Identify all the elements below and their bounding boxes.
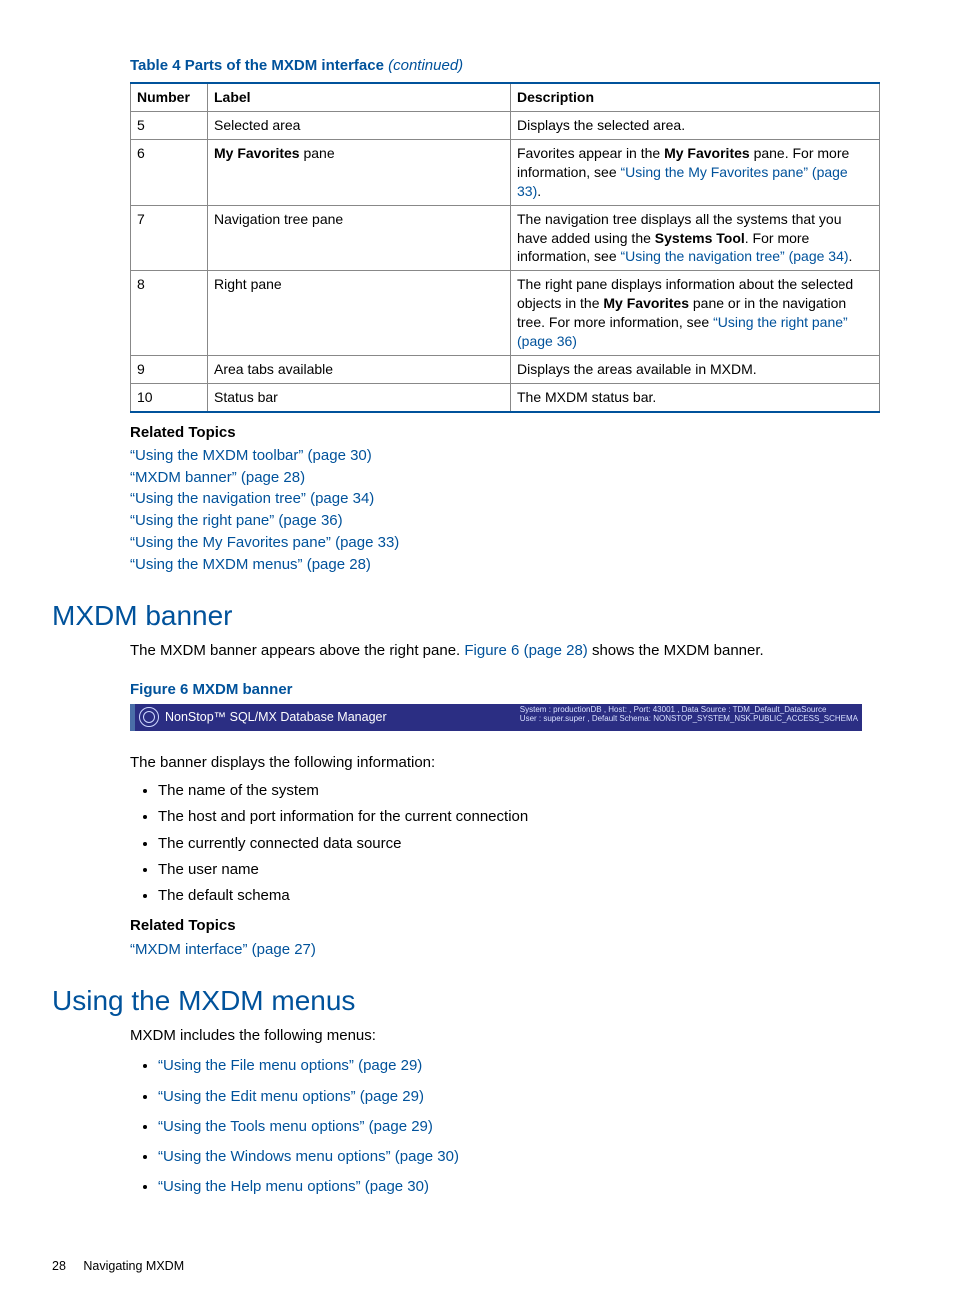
xref-link[interactable]: “MXDM banner” (page 28) — [130, 467, 876, 489]
table-caption: Table 4 Parts of the MXDM interface (con… — [130, 56, 876, 76]
list-item: The currently connected data source — [158, 834, 876, 854]
banner-intro: The MXDM banner appears above the right … — [130, 641, 876, 661]
cell-description: The MXDM status bar. — [511, 383, 880, 411]
cell-number: 5 — [131, 112, 208, 140]
text: shows the MXDM banner. — [588, 642, 764, 659]
xref-link[interactable]: “Using the MXDM menus” (page 28) — [130, 554, 876, 576]
col-number: Number — [131, 83, 208, 111]
table-row: 5Selected areaDisplays the selected area… — [131, 112, 880, 140]
cell-label: Selected area — [208, 112, 511, 140]
cell-label: My Favorites pane — [208, 140, 511, 206]
xref-link[interactable]: “Using the Edit menu options” (page 29) — [158, 1088, 424, 1105]
xref-link[interactable]: “Using the navigation tree” (page 34) — [621, 248, 849, 264]
xref-link[interactable]: “Using the My Favorites pane” (page 33) — [517, 164, 848, 199]
table-row: 8Right paneThe right pane displays infor… — [131, 271, 880, 356]
xref-link[interactable]: “Using the Help menu options” (page 30) — [158, 1178, 429, 1195]
xref-link[interactable]: “Using the Tools menu options” (page 29) — [158, 1118, 433, 1135]
cell-label: Navigation tree pane — [208, 205, 511, 271]
table-header-row: Number Label Description — [131, 83, 880, 111]
cell-description: Displays the selected area. — [511, 112, 880, 140]
related-topics-list: “MXDM interface” (page 27) — [130, 939, 876, 961]
menus-list: “Using the File menu options” (page 29) “… — [130, 1056, 876, 1197]
list-item: “Using the Windows menu options” (page 3… — [158, 1147, 876, 1167]
page-footer: 28 Navigating MXDM — [52, 1258, 876, 1275]
cell-number: 10 — [131, 383, 208, 411]
cell-number: 7 — [131, 205, 208, 271]
list-item: “Using the File menu options” (page 29) — [158, 1056, 876, 1076]
list-item: The name of the system — [158, 781, 876, 801]
xref-link[interactable]: “Using the My Favorites pane” (page 33) — [130, 532, 876, 554]
banner-meta-line1: System : productionDB , Host: , Port: 43… — [520, 705, 858, 714]
figure-caption: Figure 6 MXDM banner — [130, 680, 876, 700]
list-item: “Using the Edit menu options” (page 29) — [158, 1087, 876, 1107]
cell-label: Area tabs available — [208, 355, 511, 383]
globe-icon — [139, 707, 159, 727]
col-label: Label — [208, 83, 511, 111]
xref-link[interactable]: “Using the MXDM toolbar” (page 30) — [130, 445, 876, 467]
related-topics-heading: Related Topics — [130, 423, 876, 443]
caption-text: Table 4 Parts of the MXDM interface — [130, 57, 384, 74]
banner-info-list: The name of the system The host and port … — [130, 781, 876, 906]
chapter-title: Navigating MXDM — [83, 1259, 184, 1273]
cell-label: Status bar — [208, 383, 511, 411]
cell-number: 8 — [131, 271, 208, 356]
cell-description: Favorites appear in the My Favorites pan… — [511, 140, 880, 206]
list-item: The user name — [158, 860, 876, 880]
table-row: 6My Favorites paneFavorites appear in th… — [131, 140, 880, 206]
banner-meta-line2: User : super.super , Default Schema: NON… — [520, 714, 858, 723]
menus-intro: MXDM includes the following menus: — [130, 1026, 876, 1046]
list-item: The default schema — [158, 886, 876, 906]
banner-info-intro: The banner displays the following inform… — [130, 753, 876, 773]
xref-link[interactable]: “MXDM interface” (page 27) — [130, 939, 876, 961]
xref-link[interactable]: “Using the File menu options” (page 29) — [158, 1057, 422, 1074]
xref-link[interactable]: “Using the right pane” (page 36) — [130, 510, 876, 532]
page-number: 28 — [52, 1258, 66, 1275]
table-row: 7Navigation tree paneThe navigation tree… — [131, 205, 880, 271]
table-row: 9Area tabs availableDisplays the areas a… — [131, 355, 880, 383]
list-item: “Using the Tools menu options” (page 29) — [158, 1117, 876, 1137]
xref-link[interactable]: “Using the navigation tree” (page 34) — [130, 488, 876, 510]
cell-label: Right pane — [208, 271, 511, 356]
xref-link[interactable]: “Using the Windows menu options” (page 3… — [158, 1148, 459, 1165]
text: The MXDM banner appears above the right … — [130, 642, 464, 659]
col-description: Description — [511, 83, 880, 111]
section-heading-menus: Using the MXDM menus — [52, 982, 876, 1020]
section-heading-banner: MXDM banner — [52, 597, 876, 635]
figure-link[interactable]: Figure 6 (page 28) — [464, 642, 587, 659]
cell-number: 9 — [131, 355, 208, 383]
interface-parts-table: Number Label Description 5Selected areaD… — [130, 82, 880, 412]
xref-link[interactable]: “Using the right pane” (page 36) — [517, 314, 848, 349]
cell-number: 6 — [131, 140, 208, 206]
related-topics-heading: Related Topics — [130, 916, 876, 936]
banner-meta: System : productionDB , Host: , Port: 43… — [520, 705, 858, 723]
cell-description: Displays the areas available in MXDM. — [511, 355, 880, 383]
caption-continued: (continued) — [388, 57, 463, 74]
related-topics-list: “Using the MXDM toolbar” (page 30)“MXDM … — [130, 445, 876, 576]
cell-description: The navigation tree displays all the sys… — [511, 205, 880, 271]
table-row: 10Status barThe MXDM status bar. — [131, 383, 880, 411]
cell-description: The right pane displays information abou… — [511, 271, 880, 356]
list-item: The host and port information for the cu… — [158, 807, 876, 827]
mxdm-banner-figure: NonStop™ SQL/MX Database Manager System … — [130, 704, 862, 731]
list-item: “Using the Help menu options” (page 30) — [158, 1177, 876, 1197]
banner-title: NonStop™ SQL/MX Database Manager — [165, 709, 387, 726]
